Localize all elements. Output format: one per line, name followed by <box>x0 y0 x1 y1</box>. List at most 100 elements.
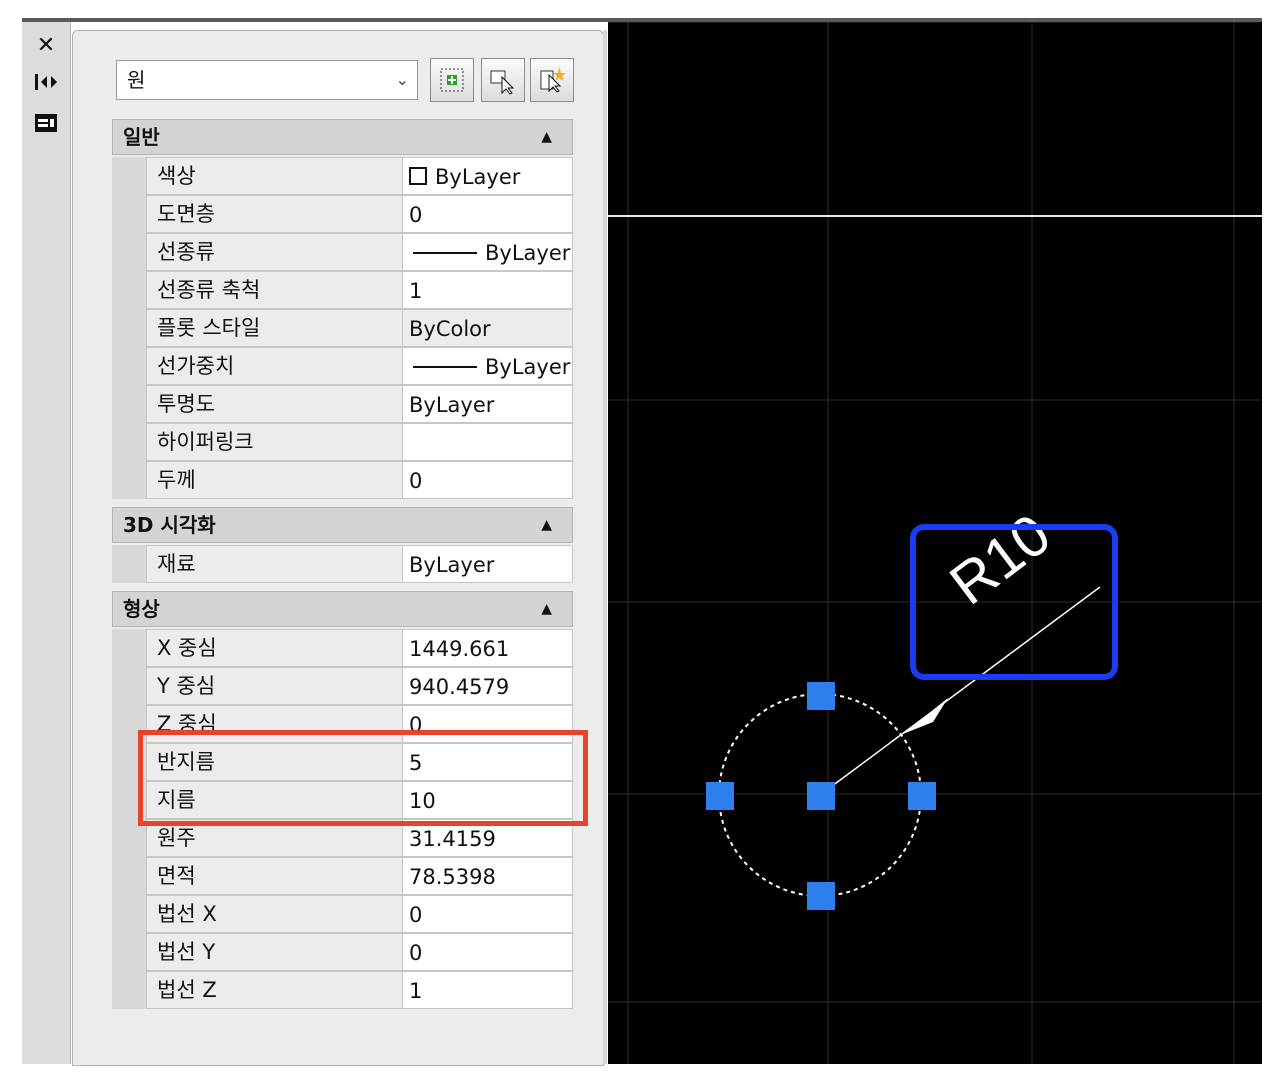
property-value[interactable]: 0 <box>402 895 573 933</box>
row-gutter <box>112 385 146 423</box>
color-swatch-icon <box>409 167 427 185</box>
property-value[interactable]: 940.4579 <box>402 667 573 705</box>
collapse-caret-icon[interactable]: ▲ <box>541 120 552 154</box>
property-name: 법선 X <box>146 895 402 933</box>
property-name: 색상 <box>146 157 402 195</box>
toggle-pickadd-icon <box>440 68 464 92</box>
property-row[interactable]: X 중심 1449.661 <box>112 629 573 667</box>
property-name: Y 중심 <box>146 667 402 705</box>
select-objects-button[interactable] <box>481 58 525 102</box>
properties-menu-icon[interactable] <box>22 112 70 140</box>
grip-top <box>807 682 835 710</box>
row-gutter <box>112 933 146 971</box>
property-row[interactable]: 법선 Z 1 <box>112 971 573 1009</box>
row-gutter <box>112 545 146 583</box>
property-value[interactable]: ByLayer <box>402 157 573 195</box>
property-row[interactable]: Y 중심 940.4579 <box>112 667 573 705</box>
lineweight-sample-icon <box>413 366 477 368</box>
property-name: 선종류 축척 <box>146 271 402 309</box>
linetype-sample-icon <box>413 252 477 254</box>
property-row[interactable]: 하이퍼링크 <box>112 423 573 461</box>
property-value[interactable]: 0 <box>402 195 573 233</box>
property-value[interactable]: 1 <box>402 271 573 309</box>
select-objects-icon <box>490 70 515 95</box>
row-gutter <box>112 895 146 933</box>
property-row[interactable]: 두께 0 <box>112 461 573 499</box>
grip-center <box>807 782 835 810</box>
toggle-pickadd-button[interactable] <box>430 58 474 102</box>
section-3d-visualization[interactable]: 3D 시각화 ▲ <box>112 507 573 543</box>
property-row[interactable]: 법선 Y 0 <box>112 933 573 971</box>
property-row[interactable]: 선가중치 ByLayer <box>112 347 573 385</box>
property-value[interactable]: 0 <box>402 461 573 499</box>
row-gutter <box>112 233 146 271</box>
property-row[interactable]: 투명도 ByLayer <box>112 385 573 423</box>
palette-title-bar: ✕ <box>22 22 71 1064</box>
lineweight-value: ByLayer <box>485 355 571 379</box>
row-gutter <box>112 461 146 499</box>
collapse-caret-icon[interactable]: ▲ <box>541 508 552 542</box>
property-name: 선종류 <box>146 233 402 271</box>
row-gutter <box>112 309 146 347</box>
property-value[interactable]: 0 <box>402 933 573 971</box>
row-gutter <box>112 423 146 461</box>
row-gutter <box>112 629 146 667</box>
grip-bottom <box>807 882 835 910</box>
property-name: 투명도 <box>146 385 402 423</box>
property-value[interactable]: ByLayer <box>402 347 573 385</box>
property-row[interactable]: 색상 ByLayer <box>112 157 573 195</box>
palette-edge <box>603 30 607 1064</box>
section-3d-visualization-title: 3D 시각화 <box>123 513 216 537</box>
object-type-select[interactable]: 원 ⌄ <box>116 60 418 100</box>
row-gutter <box>112 157 146 195</box>
property-value[interactable]: 78.5398 <box>402 857 573 895</box>
property-row[interactable]: 면적 78.5398 <box>112 857 573 895</box>
property-name: 도면층 <box>146 195 402 233</box>
row-gutter <box>112 857 146 895</box>
property-name: 재료 <box>146 545 402 583</box>
color-value: ByLayer <box>435 165 521 189</box>
property-value[interactable]: ByLayer <box>402 233 573 271</box>
section-geometry[interactable]: 형상 ▲ <box>112 591 573 627</box>
row-gutter <box>112 347 146 385</box>
property-value[interactable] <box>402 423 573 461</box>
quick-select-icon <box>540 67 566 93</box>
property-name: 두께 <box>146 461 402 499</box>
property-value: ByColor <box>402 309 573 347</box>
property-row[interactable]: 플롯 스타일 ByColor <box>112 309 573 347</box>
auto-hide-icon[interactable] <box>22 72 70 98</box>
collapse-caret-icon[interactable]: ▲ <box>541 592 552 626</box>
close-icon[interactable]: ✕ <box>22 34 70 58</box>
quick-select-button[interactable] <box>530 58 574 102</box>
object-type-value: 원 <box>127 68 146 92</box>
property-value[interactable]: 1 <box>402 971 573 1009</box>
radius-diameter-highlight <box>138 730 588 826</box>
property-name: 면적 <box>146 857 402 895</box>
grip-left <box>706 782 734 810</box>
property-name: 선가중치 <box>146 347 402 385</box>
property-value[interactable]: ByLayer <box>402 545 573 583</box>
chevron-down-icon: ⌄ <box>395 70 409 89</box>
property-name: 하이퍼링크 <box>146 423 402 461</box>
row-gutter <box>112 195 146 233</box>
grip-right <box>908 782 936 810</box>
dimension-highlight <box>910 524 1118 680</box>
section-geometry-title: 형상 <box>123 597 160 621</box>
property-row[interactable]: 선종류 축척 1 <box>112 271 573 309</box>
property-value[interactable]: 1449.661 <box>402 629 573 667</box>
row-gutter <box>112 667 146 705</box>
property-name: X 중심 <box>146 629 402 667</box>
row-gutter <box>112 271 146 309</box>
property-row[interactable]: 재료 ByLayer <box>112 545 573 583</box>
property-name: 법선 Y <box>146 933 402 971</box>
section-general[interactable]: 일반 ▲ <box>112 119 573 155</box>
property-value[interactable]: ByLayer <box>402 385 573 423</box>
linetype-value: ByLayer <box>485 241 571 265</box>
property-row[interactable]: 법선 X 0 <box>112 895 573 933</box>
property-name: 법선 Z <box>146 971 402 1009</box>
property-name: 플롯 스타일 <box>146 309 402 347</box>
property-row[interactable]: 선종류 ByLayer <box>112 233 573 271</box>
property-row[interactable]: 도면층 0 <box>112 195 573 233</box>
row-gutter <box>112 971 146 1009</box>
section-general-title: 일반 <box>123 125 160 149</box>
